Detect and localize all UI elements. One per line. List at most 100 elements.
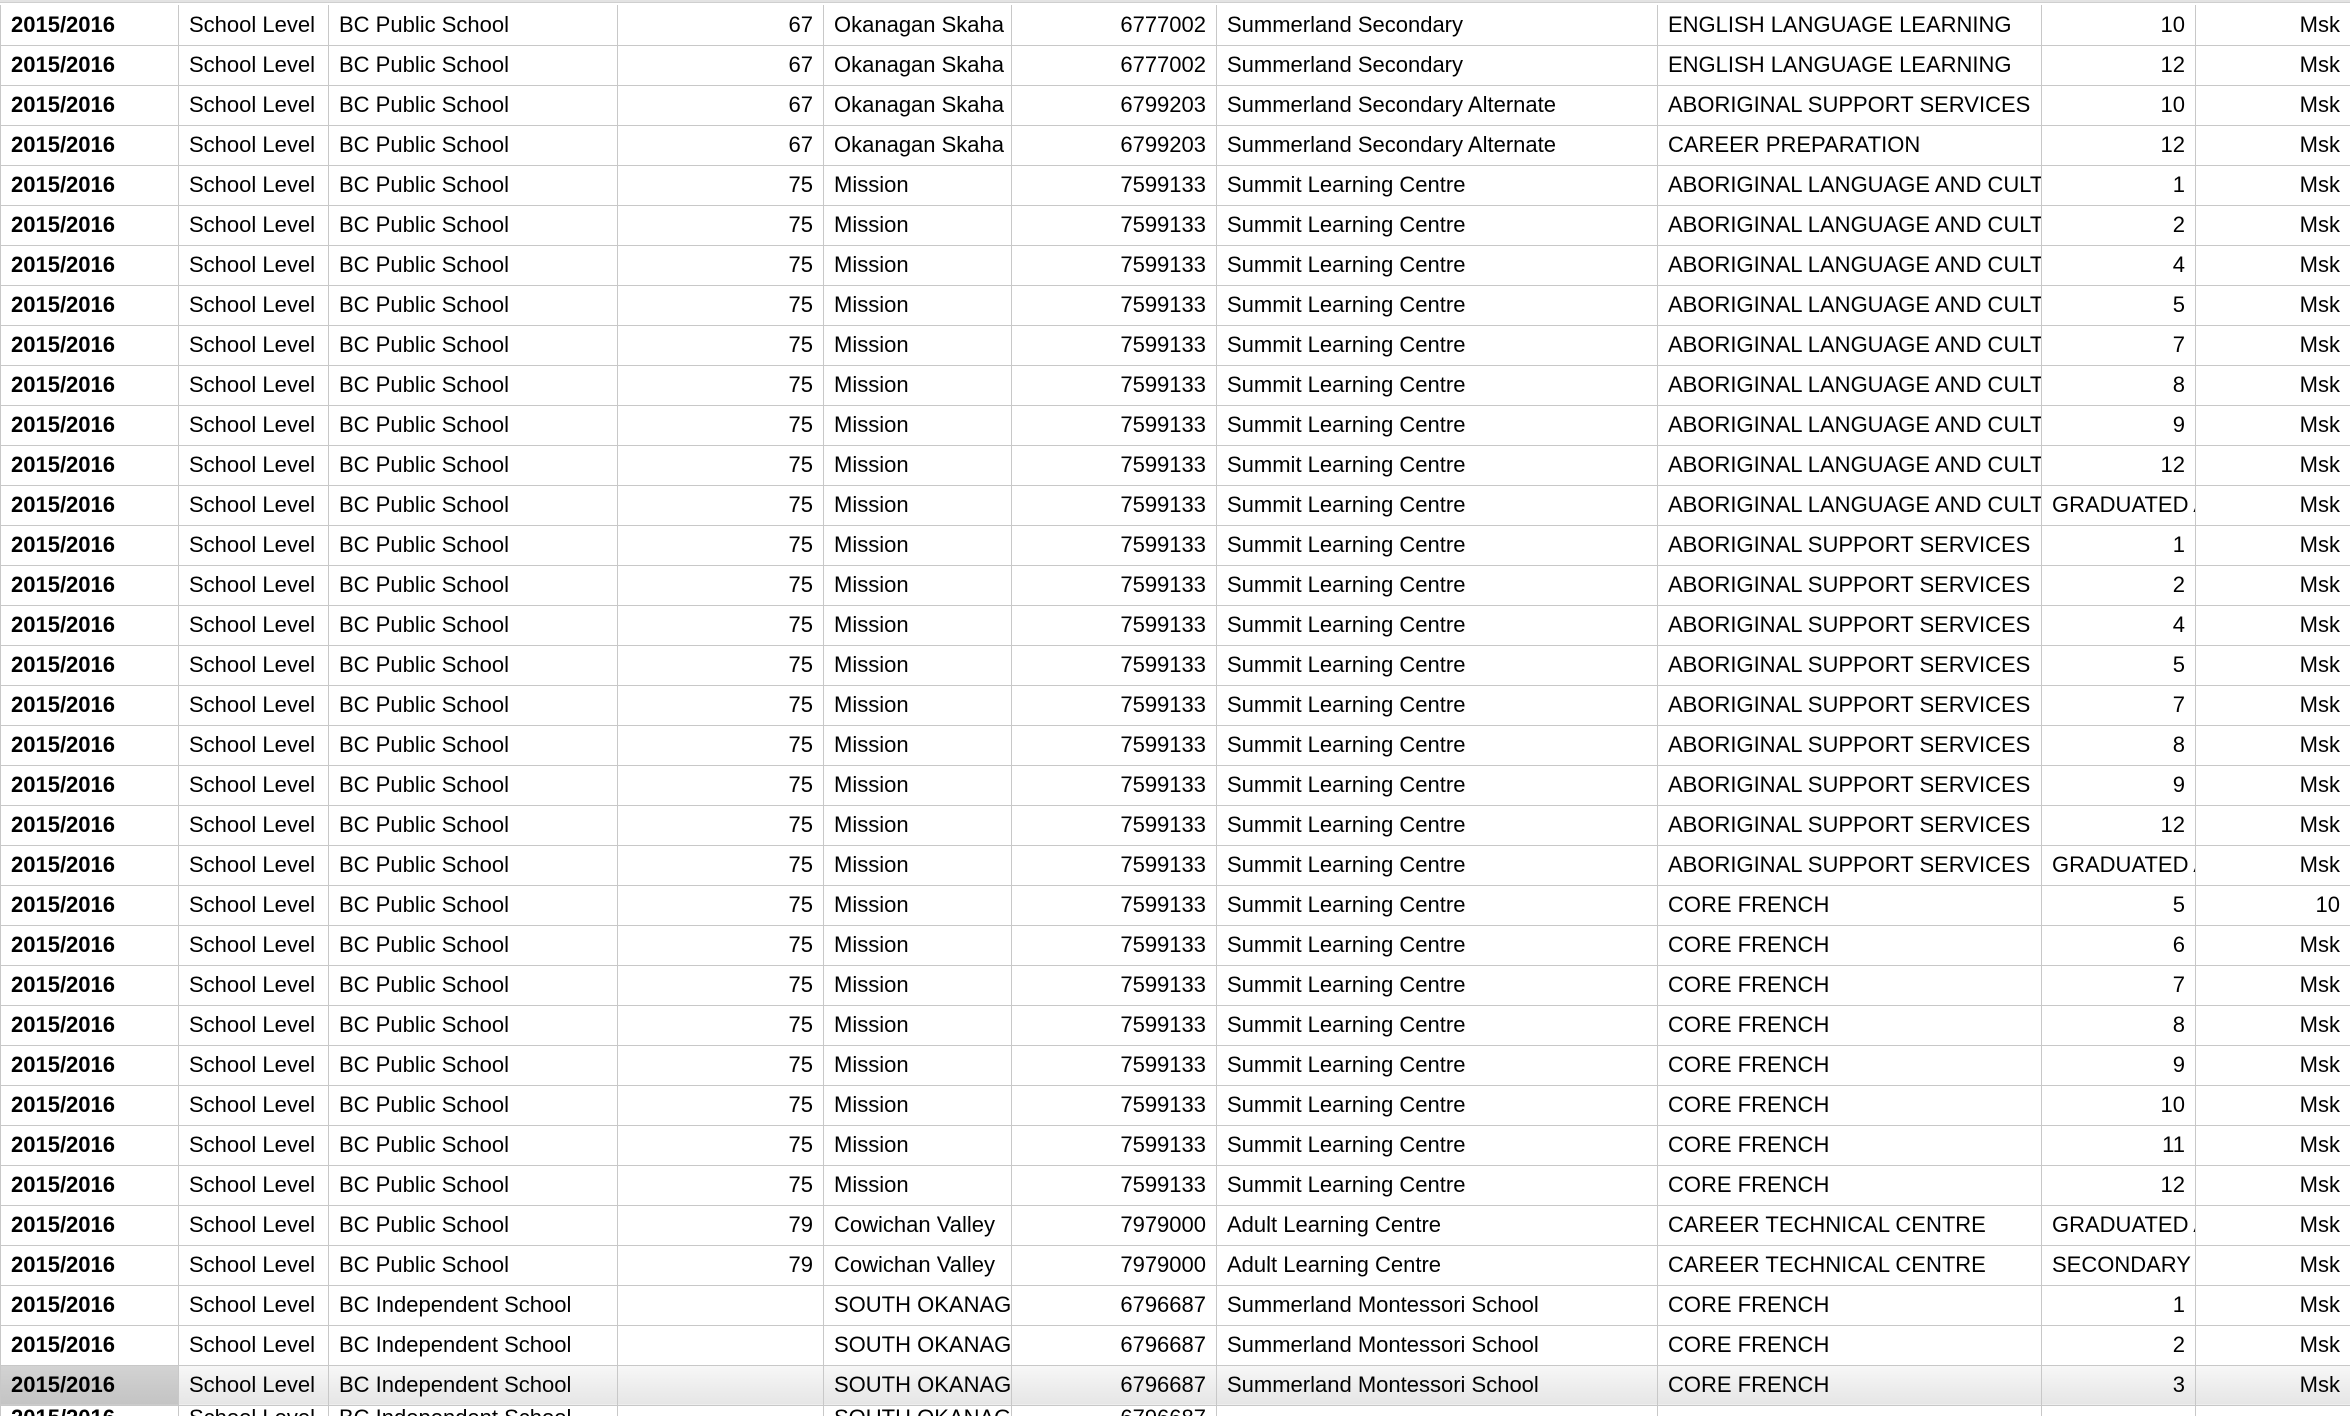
cell-facility_type[interactable]: BC Public School	[328, 885, 618, 926]
cell-data_level[interactable]: School Level	[178, 1125, 329, 1166]
cell-school_year[interactable]: 2015/2016	[0, 605, 179, 646]
cell-facility_type[interactable]: BC Public School	[328, 1085, 618, 1126]
cell-district_name[interactable]: Mission	[823, 565, 1012, 606]
cell-program[interactable]: ENGLISH LANGUAGE LEARNING	[1657, 5, 2042, 46]
cell-district_number[interactable]: 75	[617, 605, 824, 646]
cell-district_name[interactable]: Mission	[823, 325, 1012, 366]
table-row[interactable]: 2015/2016 School Level BC Public School 75 M…	[0, 485, 2350, 526]
cell-district_name[interactable]: Mission	[823, 1005, 1012, 1046]
cell-district_name[interactable]: Mission	[823, 1085, 1012, 1126]
cell-district_number[interactable]: 75	[617, 165, 824, 206]
table-row[interactable]: 2015/2016School LevelBC Independent Scho…	[0, 1405, 2350, 1416]
cell-data_level[interactable]: School Level	[178, 645, 329, 686]
cell-program[interactable]	[1657, 1405, 2042, 1416]
cell-district_number[interactable]: 75	[617, 765, 824, 806]
cell-student_headcount[interactable]: Msk	[2195, 565, 2350, 606]
cell-school_name[interactable]: Summerland Secondary	[1216, 45, 1658, 86]
cell-school_name[interactable]: Adult Learning Centre	[1216, 1245, 1658, 1286]
cell-district_number[interactable]: 75	[617, 445, 824, 486]
cell-district_number[interactable]: 75	[617, 525, 824, 566]
cell-student_headcount[interactable]: Msk	[2195, 405, 2350, 446]
cell-school_year[interactable]: 2015/2016	[0, 125, 179, 166]
cell-student_headcount[interactable]: Msk	[2195, 165, 2350, 206]
cell-program[interactable]: ENGLISH LANGUAGE LEARNING	[1657, 45, 2042, 86]
cell-grade[interactable]: GRADUATED A	[2041, 845, 2196, 886]
cell-student_headcount[interactable]: Msk	[2195, 285, 2350, 326]
cell-district_number[interactable]: 75	[617, 845, 824, 886]
cell-district_number[interactable]: 75	[617, 285, 824, 326]
cell-grade[interactable]: 11	[2041, 1125, 2196, 1166]
cell-school_number[interactable]: 7599133	[1011, 925, 1217, 966]
cell-facility_type[interactable]: BC Public School	[328, 925, 618, 966]
cell-program[interactable]: CORE FRENCH	[1657, 885, 2042, 926]
cell-student_headcount[interactable]: Msk	[2195, 1285, 2350, 1326]
cell-district_name[interactable]: Mission	[823, 805, 1012, 846]
cell-student_headcount[interactable]: Msk	[2195, 965, 2350, 1006]
cell-school_name[interactable]: Summerland Secondary	[1216, 5, 1658, 46]
cell-district_name[interactable]: Mission	[823, 925, 1012, 966]
cell-school_number[interactable]: 7979000	[1011, 1245, 1217, 1286]
cell-school_number[interactable]: 7599133	[1011, 845, 1217, 886]
cell-school_name[interactable]: Summerland Montessori School	[1216, 1285, 1658, 1326]
cell-grade[interactable]: 8	[2041, 365, 2196, 406]
cell-district_name[interactable]: Mission	[823, 965, 1012, 1006]
cell-district_number[interactable]: 75	[617, 485, 824, 526]
cell-school_year[interactable]: 2015/2016	[0, 1045, 179, 1086]
cell-grade[interactable]: 7	[2041, 685, 2196, 726]
cell-program[interactable]: CORE FRENCH	[1657, 1285, 2042, 1326]
cell-school_name[interactable]: Summerland Montessori School	[1216, 1325, 1658, 1366]
cell-school_year[interactable]: 2015/2016	[0, 1165, 179, 1206]
cell-district_name[interactable]: Mission	[823, 685, 1012, 726]
cell-student_headcount[interactable]: Msk	[2195, 5, 2350, 46]
cell-school_year[interactable]: 2015/2016	[0, 845, 179, 886]
cell-program[interactable]: CORE FRENCH	[1657, 1125, 2042, 1166]
table-row[interactable]: 2015/2016School LevelBC Independent Scho…	[0, 1325, 2350, 1366]
cell-school_name[interactable]: Summit Learning Centre	[1216, 1005, 1658, 1046]
cell-district_name[interactable]: Mission	[823, 245, 1012, 286]
cell-school_year[interactable]: 2015/2016	[0, 965, 179, 1006]
cell-facility_type[interactable]: BC Public School	[328, 605, 618, 646]
cell-school_name[interactable]: Summit Learning Centre	[1216, 285, 1658, 326]
cell-data_level[interactable]: School Level	[178, 1085, 329, 1126]
cell-district_number[interactable]: 75	[617, 925, 824, 966]
cell-school_year[interactable]: 2015/2016	[0, 245, 179, 286]
cell-district_name[interactable]: Okanagan Skaha	[823, 125, 1012, 166]
cell-school_name[interactable]	[1216, 1405, 1658, 1416]
cell-school_year[interactable]: 2015/2016	[0, 365, 179, 406]
cell-school_name[interactable]: Summit Learning Centre	[1216, 205, 1658, 246]
cell-student_headcount[interactable]: Msk	[2195, 845, 2350, 886]
cell-district_number[interactable]: 79	[617, 1205, 824, 1246]
cell-student_headcount[interactable]: Msk	[2195, 325, 2350, 366]
cell-school_year[interactable]: 2015/2016	[0, 325, 179, 366]
cell-data_level[interactable]: School Level	[178, 565, 329, 606]
cell-student_headcount[interactable]: Msk	[2195, 1245, 2350, 1286]
cell-grade[interactable]: 2	[2041, 205, 2196, 246]
table-row[interactable]: 2015/2016 School Level BC Public School 75 M…	[0, 925, 2350, 966]
cell-data_level[interactable]: School Level	[178, 685, 329, 726]
cell-facility_type[interactable]: BC Public School	[328, 805, 618, 846]
cell-school_name[interactable]: Summit Learning Centre	[1216, 1165, 1658, 1206]
cell-student_headcount[interactable]: Msk	[2195, 485, 2350, 526]
cell-program[interactable]: ABORIGINAL SUPPORT SERVICES	[1657, 805, 2042, 846]
cell-school_name[interactable]: Summit Learning Centre	[1216, 485, 1658, 526]
cell-district_name[interactable]: Mission	[823, 1125, 1012, 1166]
cell-data_level[interactable]: School Level	[178, 45, 329, 86]
cell-student_headcount[interactable]: Msk	[2195, 205, 2350, 246]
cell-grade[interactable]: 3	[2041, 1365, 2196, 1406]
cell-grade[interactable]: 7	[2041, 965, 2196, 1006]
table-row[interactable]: 2015/2016 School Level BC Public School 67 O…	[0, 5, 2350, 46]
table-row[interactable]: 2015/2016 School Level BC Public School 67 O…	[0, 85, 2350, 126]
cell-school_year[interactable]: 2015/2016	[0, 285, 179, 326]
cell-program[interactable]: CORE FRENCH	[1657, 1005, 2042, 1046]
cell-data_level[interactable]: School Level	[178, 1285, 329, 1326]
cell-student_headcount[interactable]: Msk	[2195, 365, 2350, 406]
cell-data_level[interactable]: School Level	[178, 85, 329, 126]
cell-facility_type[interactable]: BC Public School	[328, 245, 618, 286]
cell-data_level[interactable]: School Level	[178, 925, 329, 966]
cell-district_number[interactable]: 67	[617, 125, 824, 166]
cell-data_level[interactable]: School Level	[178, 285, 329, 326]
cell-data_level[interactable]: School Level	[178, 485, 329, 526]
cell-school_year[interactable]: 2015/2016	[0, 1325, 179, 1366]
cell-grade[interactable]: 1	[2041, 1285, 2196, 1326]
cell-district_number[interactable]: 67	[617, 45, 824, 86]
